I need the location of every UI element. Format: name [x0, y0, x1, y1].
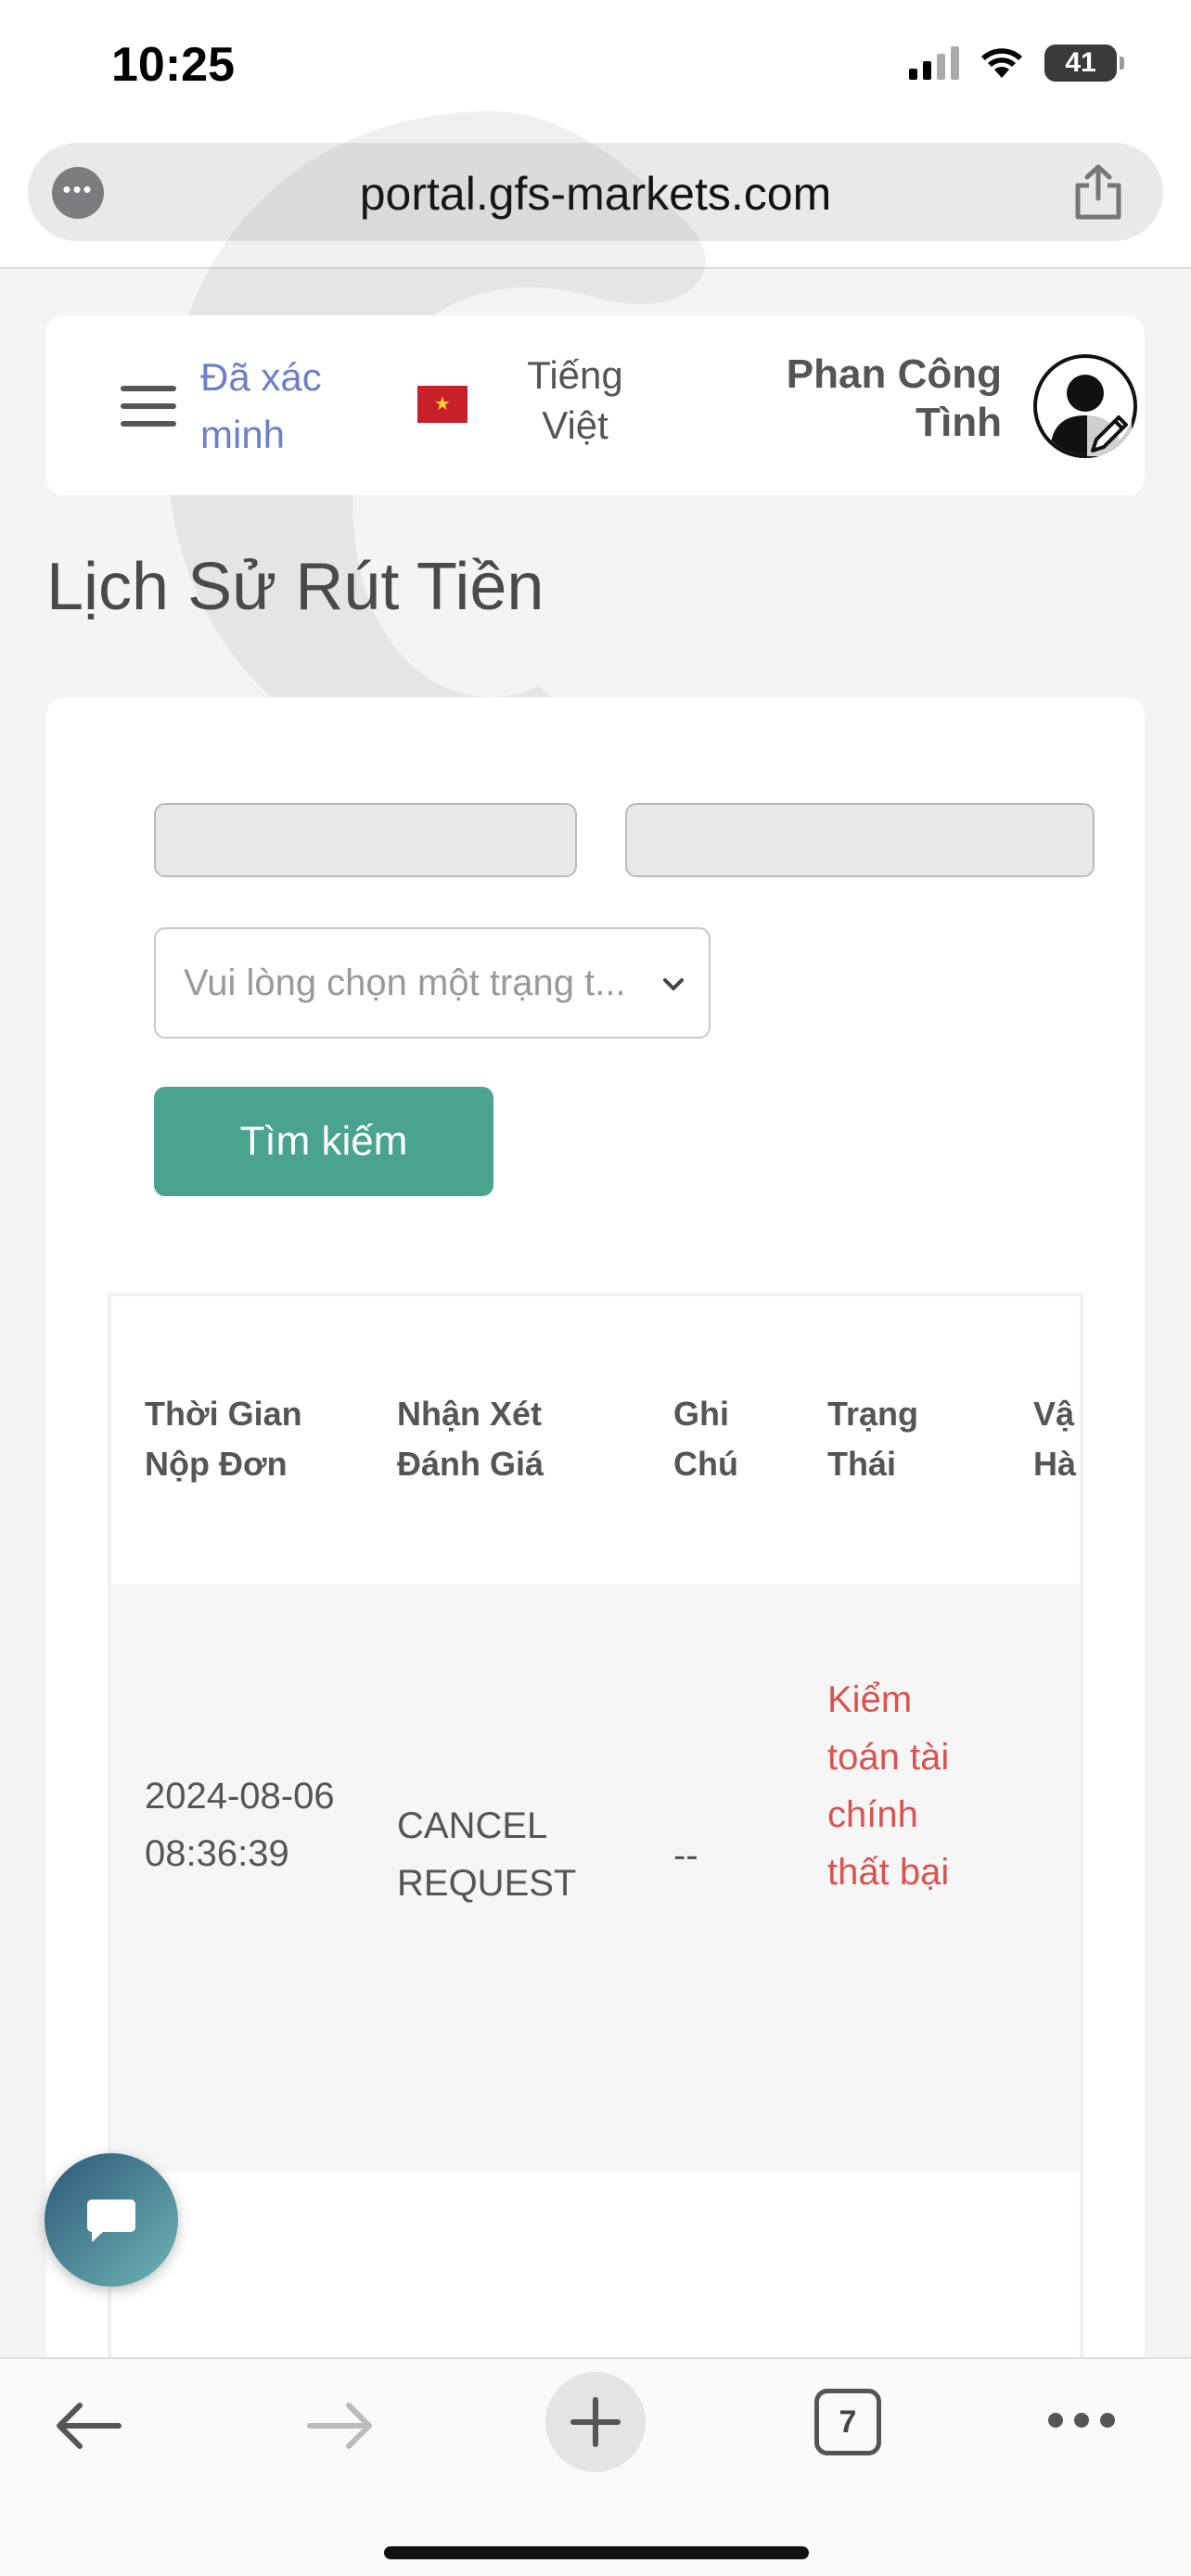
new-tab-button[interactable] [545, 2372, 646, 2472]
share-icon[interactable] [1072, 163, 1124, 225]
more-icon[interactable] [1048, 2413, 1115, 2428]
plus-icon [570, 2397, 621, 2447]
chat-button[interactable] [45, 2153, 178, 2287]
vietnam-flag-icon[interactable]: ★ [417, 386, 467, 423]
user-name[interactable]: Phan Công Tình [733, 351, 1002, 447]
column-header-review: Nhận Xét Đánh Giá [397, 1395, 544, 1483]
home-indicator [384, 2546, 809, 2559]
wifi-icon [980, 46, 1024, 80]
cell-status: Kiểm toán tài chính thất bại [827, 1679, 950, 1893]
chat-icon [87, 2200, 135, 2242]
tabs-icon[interactable]: 7 [814, 2389, 881, 2455]
search-button[interactable]: Tìm kiếm [154, 1087, 493, 1196]
browser-toolbar: 7 [0, 2357, 1191, 2576]
column-header-amount: Vậ Hà [1033, 1395, 1077, 1483]
status-icons: 41 [909, 45, 1124, 82]
column-header-time: Thời Gian Nộp Đơn [145, 1395, 302, 1483]
battery-icon: 41 [1044, 45, 1124, 82]
header-card: Đã xác minh ★ Tiếng Việt Phan Công Tình [46, 315, 1145, 495]
cell-time: 2024-08-06 08:36:39 [145, 1776, 335, 1874]
verified-status[interactable]: Đã xác minh [200, 349, 367, 464]
page-title: Lịch Sử Rút Tiền [46, 550, 544, 624]
back-arrow-icon[interactable] [52, 2398, 122, 2458]
table-row: 2024-08-06 08:36:39 CANCEL REQUEST -- Ki… [111, 1584, 1080, 2172]
date-from-input[interactable] [154, 803, 577, 877]
language-selector[interactable]: Tiếng Việt [501, 351, 649, 451]
column-header-note: Ghi Chú [673, 1395, 738, 1483]
date-to-input[interactable] [625, 803, 1095, 877]
column-header-status: Trạng Thái [827, 1395, 919, 1483]
cell-note: -- [673, 1835, 698, 1876]
status-select[interactable]: Vui lòng chọn một trạng t... [154, 927, 711, 1039]
main-card: Vui lòng chọn một trạng t... Tìm kiếm Th… [46, 697, 1145, 2576]
hamburger-icon[interactable] [121, 386, 176, 439]
cell-review: CANCEL REQUEST [397, 1805, 577, 1904]
pencil-icon[interactable] [1083, 408, 1135, 465]
signal-icon [909, 46, 959, 80]
forward-arrow-icon[interactable] [306, 2398, 377, 2458]
chevron-down-icon [662, 977, 685, 997]
